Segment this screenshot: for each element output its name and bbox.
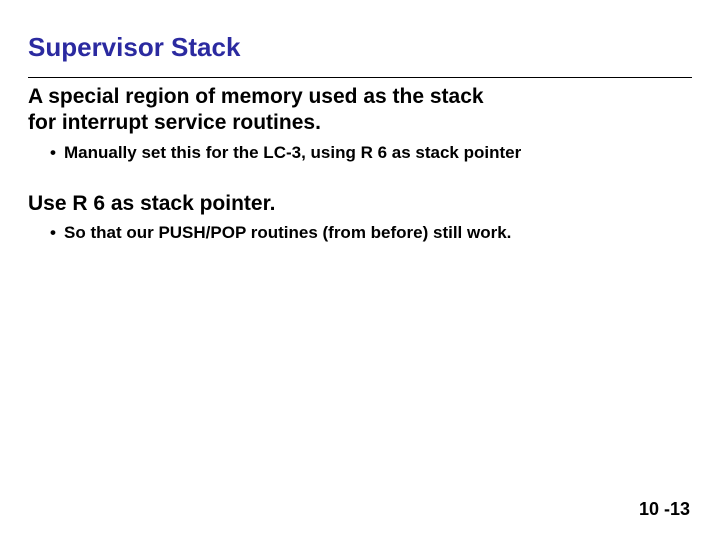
slide: Supervisor Stack A special region of mem…	[0, 0, 720, 540]
bullet-2-text: So that our PUSH/POP routines (from befo…	[64, 223, 692, 243]
bullet-1: • Manually set this for the LC-3, using …	[28, 143, 692, 163]
title-underline	[28, 77, 692, 78]
page-number: 10 -13	[639, 499, 690, 520]
paragraph-1: A special region of memory used as the s…	[28, 84, 692, 137]
slide-title: Supervisor Stack	[28, 32, 692, 63]
paragraph-2: Use R 6 as stack pointer.	[28, 191, 692, 217]
bullet-2: • So that our PUSH/POP routines (from be…	[28, 223, 692, 243]
paragraph-1-line-2: for interrupt service routines.	[28, 111, 321, 134]
bullet-dot-icon: •	[50, 143, 64, 163]
bullet-1-text: Manually set this for the LC-3, using R …	[64, 143, 692, 163]
paragraph-1-line-1: A special region of memory used as the s…	[28, 85, 484, 108]
bullet-dot-icon: •	[50, 223, 64, 243]
